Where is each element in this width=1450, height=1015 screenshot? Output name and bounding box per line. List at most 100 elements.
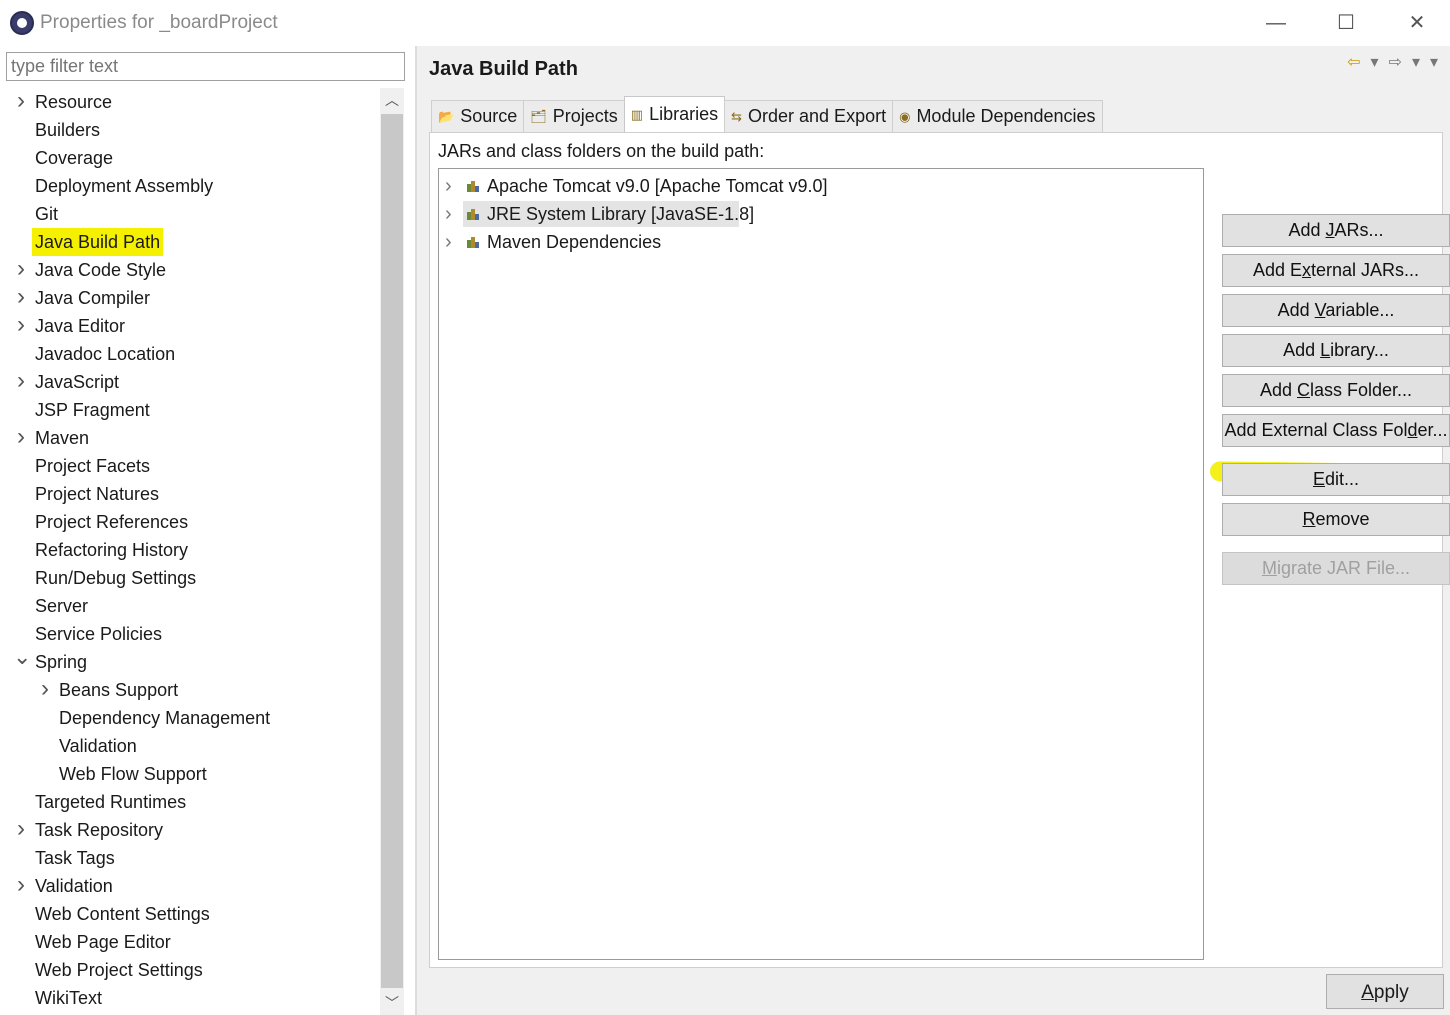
tree-item-project-facets[interactable]: Project Facets [0,452,380,480]
chevron-right-icon[interactable]: › [13,872,29,900]
tree-item-beans-support[interactable]: › Beans Support [0,676,380,704]
source-folder-icon: 📂 [438,108,455,124]
tab-projects[interactable]: 🗂 Projects [523,100,625,132]
tree-item-javadoc-location[interactable]: Javadoc Location [0,340,380,368]
filter-input[interactable] [6,52,405,81]
tree-item-task-repository[interactable]: › Task Repository [0,816,380,844]
tree-item-server[interactable]: Server [0,592,380,620]
mnemonic-letter: x [1302,260,1311,280]
minimize-button[interactable]: — [1256,8,1296,38]
chevron-right-icon[interactable]: › [445,200,457,228]
tree-item-service-policies[interactable]: Service Policies [0,620,380,648]
mnemonic-letter: J [1325,220,1335,240]
tree-item-label: Web Page Editor [35,932,171,952]
tree-item-javascript[interactable]: › JavaScript [0,368,380,396]
back-menu-chevron-icon[interactable]: ▾ [1371,52,1379,72]
add-jars-button[interactable]: Add JARs... [1222,214,1450,247]
tree-item-java-build-path[interactable]: Java Build Path [0,228,380,256]
chevron-right-icon[interactable]: › [13,368,29,396]
chevron-right-icon[interactable]: › [13,88,29,116]
button-text: ibrary... [1330,340,1389,360]
mnemonic-letter: E [1312,469,1325,489]
tree-item-java-code-style[interactable]: › Java Code Style [0,256,380,284]
add-class-folder-button[interactable]: Add Class Folder... [1222,374,1450,407]
tab-module-dependencies[interactable]: ◉ Module Dependencies [892,100,1103,132]
scroll-up-icon[interactable]: ︿ [380,88,404,112]
tree-item-dependency-management[interactable]: Dependency Management [0,704,380,732]
library-icon [467,180,481,192]
tree-item-project-natures[interactable]: Project Natures [0,480,380,508]
add-variable-button[interactable]: Add Variable... [1222,294,1450,327]
tree-item-java-editor[interactable]: › Java Editor [0,312,380,340]
chevron-right-icon[interactable]: › [445,172,457,200]
tree-item-label: Maven [35,428,90,448]
tree-item-label: Resource [35,92,113,112]
tree-item-label: Web Content Settings [35,904,210,924]
tree-item-label: Server [35,596,89,616]
tree-item-coverage[interactable]: Coverage [0,144,380,172]
tab-order-and-export[interactable]: ⇆ Order and Export [724,100,894,132]
tree-item-project-references[interactable]: Project References [0,508,380,536]
tree-item-builders[interactable]: Builders [0,116,380,144]
libraries-icon: ▥ [630,106,644,122]
scroll-down-icon[interactable]: ﹀ [380,991,404,1015]
library-item[interactable]: › Maven Dependencies [439,228,1199,256]
tree-item-java-compiler[interactable]: › Java Compiler [0,284,380,312]
mnemonic-letter: R [1302,509,1316,529]
forward-arrow-icon[interactable]: ⇨ [1389,52,1402,72]
tree-item-maven[interactable]: › Maven [0,424,380,452]
view-menu-icon[interactable]: ▾ [1430,52,1438,72]
button-text: Add External Class Fol [1224,420,1408,440]
maximize-button[interactable]: ☐ [1326,8,1366,38]
tree-item-spring[interactable]: ⌄ Spring [0,646,380,676]
library-icon [467,208,481,220]
tree-item-label: Validation [35,876,113,896]
add-external-class-folder-button[interactable]: Add External Class Folder... [1222,414,1450,447]
chevron-down-icon[interactable]: ⌄ [13,646,31,676]
scroll-thumb[interactable] [381,114,403,988]
add-library-button[interactable]: Add Library... [1222,334,1450,367]
tree-item-git[interactable]: Git [0,200,380,228]
tree-item-task-tags[interactable]: Task Tags [0,844,380,872]
chevron-right-icon[interactable]: › [13,816,29,844]
tree-item-validation[interactable]: Validation [0,732,380,760]
chevron-right-icon[interactable]: › [13,312,29,340]
migrate-jar-file-button[interactable]: Migrate JAR File... [1222,552,1450,585]
tree-item-label: Java Build Path [32,228,164,256]
tab-source[interactable]: 📂 Source [431,100,525,132]
libraries-tree[interactable]: › Apache Tomcat v9.0 [Apache Tomcat v9.0]… [438,168,1204,960]
chevron-right-icon[interactable]: › [13,256,29,284]
tree-item-web-project-settings[interactable]: Web Project Settings [0,956,380,984]
button-text: lass Folder... [1309,380,1413,400]
tree-item-web-content-settings[interactable]: Web Content Settings [0,900,380,928]
tree-item-validation[interactable]: › Validation [0,872,380,900]
tree-item-deployment-assembly[interactable]: Deployment Assembly [0,172,380,200]
tree-item-label: Java Editor [35,316,126,336]
tree-item-run-debug-settings[interactable]: Run/Debug Settings [0,564,380,592]
eclipse-app-icon [10,11,34,35]
apply-button[interactable]: Apply [1326,974,1444,1009]
edit-button[interactable]: Edit... [1222,463,1450,496]
tree-item-jsp-fragment[interactable]: JSP Fragment [0,396,380,424]
add-external-jars-button[interactable]: Add External JARs... [1222,254,1450,287]
tree-item-label: Beans Support [59,680,179,700]
tree-item-resource[interactable]: › Resource [0,88,380,116]
forward-menu-chevron-icon[interactable]: ▾ [1412,52,1420,72]
tree-item-web-page-editor[interactable]: Web Page Editor [0,928,380,956]
back-arrow-icon[interactable]: ⇦ [1347,52,1360,72]
tree-scrollbar[interactable]: ︿ ﹀ [380,88,404,1015]
button-text: Add E [1252,260,1302,280]
remove-button[interactable]: Remove [1222,503,1450,536]
chevron-right-icon[interactable]: › [13,284,29,312]
tree-item-wikitext[interactable]: WikiText [0,984,380,1012]
chevron-right-icon[interactable]: › [37,676,53,704]
tree-item-targeted-runtimes[interactable]: Targeted Runtimes [0,788,380,816]
tab-libraries[interactable]: ▥ Libraries [623,96,726,132]
close-button[interactable]: ✕ [1397,8,1437,38]
chevron-right-icon[interactable]: › [13,424,29,452]
library-item[interactable]: › Apache Tomcat v9.0 [Apache Tomcat v9.0] [439,172,1199,200]
tree-item-refactoring-history[interactable]: Refactoring History [0,536,380,564]
library-item[interactable]: › JRE System Library [JavaSE-1.8] [439,200,1199,228]
tree-item-web-flow-support[interactable]: Web Flow Support [0,760,380,788]
chevron-right-icon[interactable]: › [445,228,457,256]
